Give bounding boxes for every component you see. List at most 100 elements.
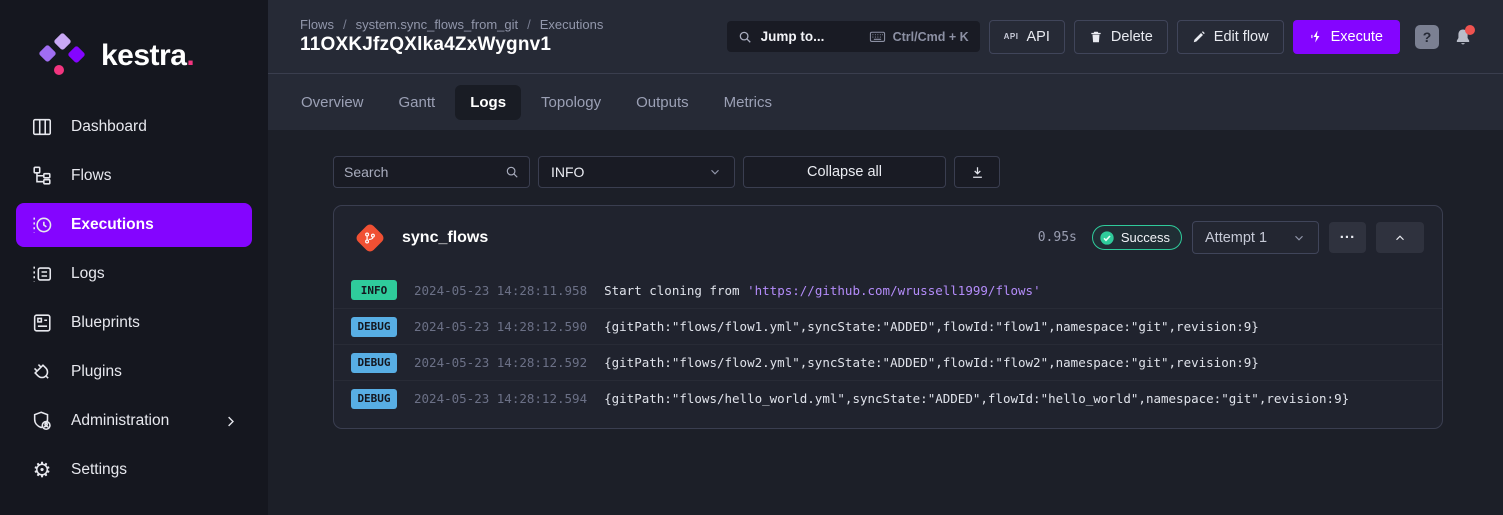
tab-logs[interactable]: Logs <box>455 85 521 120</box>
task-duration: 0.95s <box>1038 230 1077 245</box>
bolt-icon <box>1310 29 1323 44</box>
breadcrumb-separator: / <box>527 17 531 32</box>
sidebar-item-label: Settings <box>71 461 127 479</box>
header-actions: Jump to... Ctrl/Cmd + K API API Delete <box>727 20 1473 54</box>
sidebar-item-logs[interactable]: Logs <box>16 252 252 296</box>
delete-button[interactable]: Delete <box>1074 20 1168 54</box>
logs-icon <box>30 262 54 286</box>
log-search-input[interactable] <box>344 164 499 180</box>
execute-button[interactable]: Execute <box>1293 20 1400 54</box>
jump-to-search[interactable]: Jump to... Ctrl/Cmd + K <box>727 21 980 52</box>
log-lines: INFO 2024-05-23 14:28:11.958 Start cloni… <box>334 266 1442 428</box>
task-log-card: sync_flows 0.95s Success Attempt 1 <box>333 205 1443 429</box>
log-line: DEBUG 2024-05-23 14:28:12.590 {gitPath:"… <box>334 308 1442 344</box>
chevron-down-icon <box>1292 231 1306 245</box>
collapse-task-button[interactable] <box>1376 222 1424 253</box>
download-logs-button[interactable] <box>954 156 1000 188</box>
execution-tabs: Overview Gantt Logs Topology Outputs Met… <box>268 74 1503 130</box>
keyboard-icon <box>869 28 886 45</box>
page-title: 11OXKJfzQXlka4ZxWygnv1 <box>300 34 603 56</box>
attempt-select[interactable]: Attempt 1 <box>1192 221 1319 254</box>
help-button[interactable]: ? <box>1415 25 1439 49</box>
notification-dot <box>1465 25 1475 35</box>
chevron-down-icon <box>708 165 722 179</box>
more-options-button[interactable]: ... <box>1329 222 1366 253</box>
kestra-logo[interactable]: kestra. <box>0 0 268 78</box>
sidebar-item-executions[interactable]: Executions <box>16 203 252 247</box>
plugins-icon <box>30 360 54 384</box>
gear-icon: ⚙ <box>30 458 54 482</box>
task-card-actions: 0.95s Success Attempt 1 ... <box>1038 221 1424 254</box>
tab-overview[interactable]: Overview <box>286 85 379 120</box>
log-line: INFO 2024-05-23 14:28:11.958 Start cloni… <box>334 272 1442 308</box>
trash-icon <box>1089 30 1103 44</box>
sidebar-item-settings[interactable]: ⚙ Settings <box>16 448 252 492</box>
log-search-box <box>333 156 530 188</box>
log-level-select[interactable]: INFO <box>538 156 735 188</box>
log-message: Start cloning from 'https://github.com/w… <box>604 283 1041 298</box>
chevron-up-icon <box>1393 231 1407 245</box>
breadcrumb-namespace-flow[interactable]: system.sync_flows_from_git <box>356 17 519 32</box>
breadcrumb-executions[interactable]: Executions <box>540 17 604 32</box>
task-name: sync_flows <box>402 229 488 247</box>
status-badge[interactable]: Success <box>1092 225 1182 250</box>
chevron-right-icon <box>223 414 238 429</box>
sidebar-item-dashboard[interactable]: Dashboard <box>16 105 252 149</box>
log-level-badge: DEBUG <box>351 353 397 373</box>
search-icon <box>505 165 519 179</box>
pencil-icon <box>1192 30 1206 44</box>
log-message-link[interactable]: 'https://github.com/wrussell1999/flows' <box>747 283 1041 298</box>
administration-icon <box>30 409 54 433</box>
api-button[interactable]: API API <box>989 20 1065 54</box>
notifications-button[interactable] <box>1453 27 1473 47</box>
logs-content: INFO Collapse all sync_flows 0.95s <box>268 130 1503 515</box>
flows-icon <box>30 164 54 188</box>
tab-metrics[interactable]: Metrics <box>709 85 787 120</box>
log-message: {gitPath:"flows/flow2.yml",syncState:"AD… <box>604 355 1259 370</box>
log-level-value: INFO <box>551 164 584 180</box>
breadcrumb-block: Flows / system.sync_flows_from_git / Exe… <box>300 17 603 56</box>
sidebar-item-label: Logs <box>71 265 105 283</box>
search-icon <box>738 30 752 44</box>
tab-gantt[interactable]: Gantt <box>384 85 451 120</box>
breadcrumb-separator: / <box>343 17 347 32</box>
sidebar-item-label: Blueprints <box>71 314 140 332</box>
log-filters: INFO Collapse all <box>333 156 1443 188</box>
log-level-badge: INFO <box>351 280 397 300</box>
collapse-all-button[interactable]: Collapse all <box>743 156 946 188</box>
sidebar-item-label: Executions <box>71 216 154 234</box>
download-icon <box>970 165 985 180</box>
log-timestamp: 2024-05-23 14:28:11.958 <box>414 283 587 298</box>
breadcrumb: Flows / system.sync_flows_from_git / Exe… <box>300 17 603 32</box>
blueprints-icon <box>30 311 54 335</box>
kestra-logo-icon <box>38 34 88 78</box>
tab-topology[interactable]: Topology <box>526 85 616 120</box>
log-line: DEBUG 2024-05-23 14:28:12.594 {gitPath:"… <box>334 380 1442 416</box>
log-timestamp: 2024-05-23 14:28:12.594 <box>414 391 587 406</box>
tab-outputs[interactable]: Outputs <box>621 85 704 120</box>
sidebar-item-label: Dashboard <box>71 118 147 136</box>
sidebar-item-label: Flows <box>71 167 111 185</box>
sidebar: kestra. Dashboard Flows Executions Logs <box>0 0 268 515</box>
check-circle-icon <box>1099 230 1115 246</box>
log-timestamp: 2024-05-23 14:28:12.590 <box>414 319 587 334</box>
sidebar-item-flows[interactable]: Flows <box>16 154 252 198</box>
log-message: {gitPath:"flows/flow1.yml",syncState:"AD… <box>604 319 1259 334</box>
log-level-badge: DEBUG <box>351 317 397 337</box>
api-icon: API <box>1004 32 1019 41</box>
git-task-icon <box>354 222 385 253</box>
log-line: DEBUG 2024-05-23 14:28:12.592 {gitPath:"… <box>334 344 1442 380</box>
sidebar-item-administration[interactable]: Administration <box>16 399 252 443</box>
log-message: {gitPath:"flows/hello_world.yml",syncSta… <box>604 391 1349 406</box>
edit-flow-button[interactable]: Edit flow <box>1177 20 1284 54</box>
main-column: Flows / system.sync_flows_from_git / Exe… <box>268 0 1503 515</box>
attempt-value: Attempt 1 <box>1205 230 1267 246</box>
kestra-logo-text: kestra. <box>101 34 194 78</box>
log-timestamp: 2024-05-23 14:28:12.592 <box>414 355 587 370</box>
jump-to-label: Jump to... <box>761 29 825 44</box>
sidebar-item-blueprints[interactable]: Blueprints <box>16 301 252 345</box>
breadcrumb-flows[interactable]: Flows <box>300 17 334 32</box>
sidebar-item-label: Plugins <box>71 363 122 381</box>
jump-to-shortcut: Ctrl/Cmd + K <box>869 28 969 45</box>
sidebar-item-plugins[interactable]: Plugins <box>16 350 252 394</box>
